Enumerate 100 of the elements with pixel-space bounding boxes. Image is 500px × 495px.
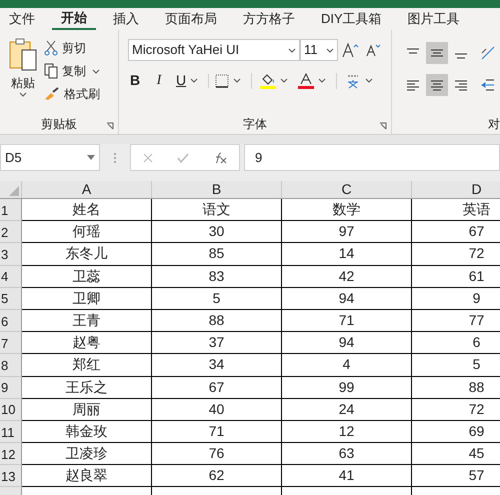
- table-cell: 王青: [22, 310, 152, 332]
- underline-button[interactable]: U: [176, 70, 186, 91]
- shrink-font-icon[interactable]: [366, 43, 382, 57]
- table-cell: 卫卿: [22, 288, 152, 310]
- table-cell: 12: [282, 420, 412, 444]
- dialog-launcher-icon[interactable]: [106, 122, 114, 130]
- cut-button[interactable]: 剪切: [44, 39, 100, 57]
- caret-icon[interactable]: [288, 48, 296, 52]
- fill-color-icon[interactable]: [260, 72, 276, 88]
- table-cell: 63: [282, 443, 412, 466]
- ribbon-tab[interactable]: 开始: [52, 8, 96, 30]
- drag-handle-icon[interactable]: [113, 152, 117, 164]
- ribbon-tab[interactable]: DIY工具箱: [312, 8, 391, 30]
- copy-button[interactable]: 复制: [44, 62, 86, 80]
- row-header[interactable]: 2: [0, 221, 22, 244]
- table-cell: 85: [152, 243, 282, 266]
- formula-field[interactable]: 9: [244, 144, 500, 171]
- caret-icon[interactable]: [280, 78, 288, 83]
- ribbon-tab[interactable]: 页面布局: [156, 8, 226, 30]
- column-header[interactable]: C: [282, 181, 412, 198]
- row-header[interactable]: 13: [0, 465, 22, 488]
- table-cell: 姓名: [22, 199, 152, 222]
- table-cell: 卫凌珍: [22, 443, 152, 466]
- caret-icon[interactable]: [190, 78, 198, 83]
- table-cell: 语文: [152, 199, 282, 222]
- table-cell: 赵良翠: [22, 465, 152, 488]
- column-header[interactable]: B: [152, 181, 282, 198]
- font-color-icon[interactable]: [298, 72, 314, 88]
- table-cell: 何瑶: [22, 221, 152, 244]
- table-cell: 英语: [412, 199, 500, 222]
- table-cell: 韩金玫: [22, 420, 152, 444]
- ribbon-tab[interactable]: 文件: [0, 8, 44, 30]
- table-cell: 61: [412, 266, 500, 288]
- table-cell: 67: [412, 221, 500, 244]
- font-size-field[interactable]: 11: [300, 39, 338, 61]
- row-header[interactable]: 12: [0, 443, 22, 466]
- bold-button[interactable]: B: [128, 70, 142, 91]
- decrease-indent-icon[interactable]: [480, 78, 496, 92]
- name-box[interactable]: D5: [0, 144, 100, 171]
- table-cell: 东冬儿: [22, 243, 152, 266]
- caret-icon[interactable]: [365, 78, 374, 83]
- table-cell: 数学: [282, 199, 412, 222]
- function-icon[interactable]: [213, 152, 227, 164]
- row-header[interactable]: 11: [0, 420, 22, 444]
- format-painter-button[interactable]: 格式刷: [44, 85, 100, 103]
- table-cell: 34: [152, 354, 282, 376]
- table-cell: 9: [412, 288, 500, 310]
- table-cell: 30: [152, 221, 282, 244]
- table-cell: 赵粤: [22, 332, 152, 354]
- row-header[interactable]: 5: [0, 288, 22, 310]
- row-header[interactable]: 9: [0, 376, 22, 399]
- caret-icon[interactable]: [318, 78, 326, 83]
- row-header[interactable]: 4: [0, 266, 22, 288]
- table-cell: 94: [282, 332, 412, 354]
- row-header[interactable]: 6: [0, 310, 22, 332]
- font-name-field[interactable]: Microsoft YaHei UI: [128, 39, 300, 61]
- table-cell: 77: [412, 310, 500, 332]
- table-cell: 4: [282, 354, 412, 376]
- triangle-icon: [9, 186, 19, 196]
- grow-font-icon[interactable]: [342, 42, 360, 58]
- caret-icon[interactable]: [19, 92, 27, 97]
- ribbon-tab[interactable]: 插入: [104, 8, 148, 30]
- table-cell: 14: [282, 243, 412, 266]
- row-header[interactable]: 10: [0, 398, 22, 421]
- table-cell: 6: [412, 332, 500, 354]
- table-cell: 76: [152, 443, 282, 466]
- table-cell: 郑红: [22, 354, 152, 376]
- dropdown-icon[interactable]: [87, 155, 95, 160]
- table-cell: 41: [282, 465, 412, 488]
- table-cell: 88: [412, 376, 500, 399]
- table-cell: 83: [152, 266, 282, 288]
- copy-icon: [44, 63, 58, 79]
- italic-button[interactable]: I: [152, 70, 166, 91]
- column-header[interactable]: D: [412, 181, 500, 198]
- column-header[interactable]: A: [22, 181, 152, 198]
- check-icon[interactable]: [177, 152, 189, 162]
- table-cell: 99: [282, 376, 412, 399]
- caret-icon[interactable]: [326, 48, 334, 52]
- table-cell: 88: [152, 310, 282, 332]
- align-center-icon[interactable]: [426, 74, 448, 96]
- table-cell: 5: [152, 288, 282, 310]
- row-header[interactable]: 3: [0, 243, 22, 266]
- align-middle-icon[interactable]: [426, 42, 448, 64]
- table-cell: 72: [412, 398, 500, 421]
- border-icon[interactable]: [215, 74, 230, 88]
- caret-icon[interactable]: [233, 78, 242, 83]
- table-cell: 24: [282, 398, 412, 421]
- ribbon-tab[interactable]: 图片工具: [398, 8, 469, 30]
- row-header[interactable]: 8: [0, 354, 22, 376]
- group-label: 字体: [243, 116, 267, 133]
- row-header[interactable]: 7: [0, 332, 22, 354]
- table-cell: 97: [282, 221, 412, 244]
- table-cell: 卫蕊: [22, 266, 152, 288]
- ribbon-tab[interactable]: 方方格子: [234, 8, 304, 30]
- table-cell: 45: [412, 443, 500, 466]
- row-header[interactable]: 1: [0, 199, 22, 222]
- caret-icon[interactable]: [92, 68, 100, 74]
- scissors-icon: [44, 40, 58, 56]
- dialog-launcher-icon[interactable]: [379, 122, 387, 130]
- paste-button[interactable]: 粘贴: [8, 38, 38, 114]
